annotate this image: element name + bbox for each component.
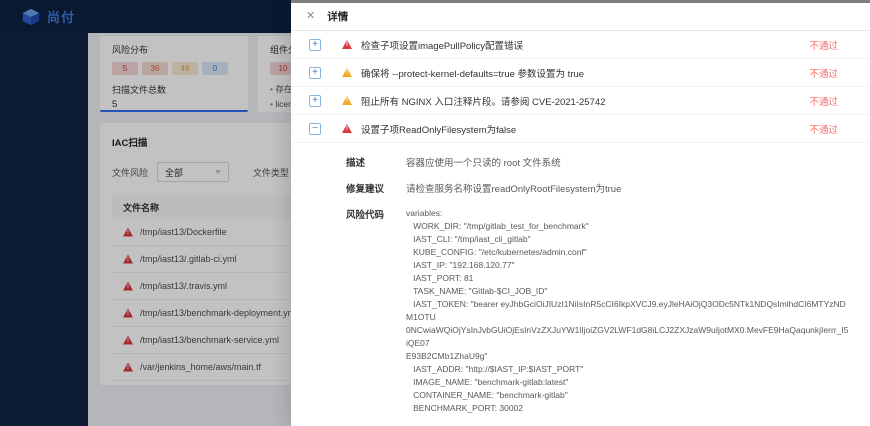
status-badge: 不通过 xyxy=(809,124,838,136)
check-item-row[interactable]: 确保将 --protect-kernel-defaults=true 参数设置为… xyxy=(291,59,870,87)
expand-icon[interactable] xyxy=(309,38,321,51)
description-row: 描述 容器应使用一个只读的 root 文件系统 xyxy=(346,155,850,169)
fix-suggestion-label: 修复建议 xyxy=(346,184,385,195)
warning-icon xyxy=(342,96,352,105)
status-badge: 不通过 xyxy=(809,40,838,52)
expand-icon[interactable] xyxy=(309,66,321,79)
check-item-detail: 描述 容器应使用一个只读的 root 文件系统 修复建议 请检查服务名称设置re… xyxy=(291,143,870,426)
expand-icon[interactable] xyxy=(309,94,321,107)
drawer-mask[interactable] xyxy=(0,0,291,426)
screen: 尚付 风险分布 5 36 46 0 扫描文件总数 5 组件分析 10 • • l… xyxy=(0,0,870,426)
check-item-title: 检查子项设置imagePullPolicy配置错误 xyxy=(361,40,524,52)
drawer-title: 详情 xyxy=(327,11,349,23)
collapse-icon[interactable] xyxy=(309,122,321,135)
check-item-title: 确保将 --protect-kernel-defaults=true 参数设置为… xyxy=(361,68,585,80)
check-item-title: 设置子项ReadOnlyFilesystem为false xyxy=(361,124,517,136)
description-value: 容器应使用一个只读的 root 文件系统 xyxy=(406,158,561,169)
fix-suggestion-value: 请检查服务名称设置readOnlyRootFilesystem为true xyxy=(406,184,622,195)
check-item-title: 阻止所有 NGINX 入口注释片段。请参阅 CVE-2021-25742 xyxy=(361,96,606,108)
check-item-row[interactable]: 设置子项ReadOnlyFilesystem为false 不通过 xyxy=(291,115,870,143)
warning-icon xyxy=(342,68,352,77)
description-label: 描述 xyxy=(346,158,366,169)
drawer-header: ✕ 详情 xyxy=(291,3,870,31)
status-badge: 不通过 xyxy=(809,96,838,108)
risk-code-label: 风险代码 xyxy=(346,210,385,221)
close-icon[interactable]: ✕ xyxy=(306,11,315,22)
fix-suggestion-row: 修复建议 请检查服务名称设置readOnlyRootFilesystem为tru… xyxy=(346,181,850,195)
warning-icon xyxy=(342,124,352,133)
risk-code-row: 风险代码 variables: WORK_DIR: "/tmp/gitlab_t… xyxy=(346,207,850,426)
warning-icon xyxy=(342,40,352,49)
check-item-row[interactable]: 检查子项设置imagePullPolicy配置错误 不通过 xyxy=(291,31,870,59)
risk-code-block: variables: WORK_DIR: "/tmp/gitlab_test_f… xyxy=(406,208,849,413)
check-item-row[interactable]: 阻止所有 NGINX 入口注释片段。请参阅 CVE-2021-25742 不通过 xyxy=(291,87,870,115)
details-drawer: ✕ 详情 检查子项设置imagePullPolicy配置错误 不通过 确保将 -… xyxy=(291,0,870,426)
status-badge: 不通过 xyxy=(809,68,838,80)
